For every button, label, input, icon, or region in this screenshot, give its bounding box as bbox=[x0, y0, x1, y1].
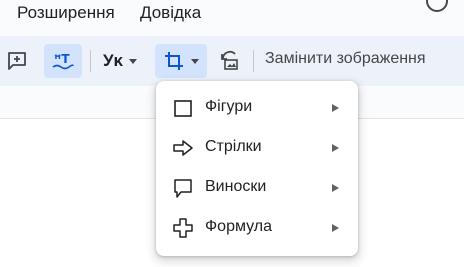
crop-button[interactable] bbox=[155, 44, 207, 78]
submenu-arrow-icon bbox=[332, 104, 339, 112]
reset-image-icon bbox=[221, 50, 238, 70]
add-comment-button[interactable] bbox=[2, 44, 32, 78]
submenu-arrow-icon bbox=[332, 144, 339, 152]
submenu-arrow-icon bbox=[332, 184, 339, 192]
plus-icon bbox=[173, 218, 193, 238]
menu-item-label: Виноски bbox=[205, 178, 267, 195]
menu-item-shapes[interactable]: Фігури bbox=[156, 88, 358, 128]
add-comment-icon bbox=[8, 52, 26, 70]
text-style-label: Уᴋ bbox=[102, 51, 124, 70]
square-icon bbox=[174, 100, 192, 117]
menu-bar: Розширення Довідка bbox=[0, 0, 464, 36]
insert-text-effect-icon: ꟸT bbox=[52, 52, 74, 70]
crop-icon bbox=[165, 52, 183, 70]
chevron-down-icon bbox=[129, 58, 138, 64]
menu-item-label: Формула bbox=[205, 218, 273, 235]
reset-image-button[interactable] bbox=[215, 44, 245, 78]
account-icon[interactable] bbox=[426, 0, 448, 12]
chevron-down-icon bbox=[191, 58, 199, 64]
menu-item-label: Фігури bbox=[205, 98, 253, 115]
replace-image-button[interactable]: Замінити зображення bbox=[265, 50, 426, 68]
menu-item-arrows[interactable]: Стрілки bbox=[156, 128, 358, 168]
menu-help[interactable]: Довідка bbox=[140, 3, 201, 23]
toolbar-divider bbox=[90, 50, 91, 72]
menu-extensions[interactable]: Розширення bbox=[17, 3, 115, 23]
svg-text:ꟸT: ꟸT bbox=[54, 52, 70, 66]
text-style-dropdown[interactable]: Уᴋ bbox=[96, 44, 144, 78]
menu-item-equation[interactable]: Формула bbox=[156, 208, 358, 248]
arrow-icon bbox=[173, 140, 193, 156]
toolbar-divider bbox=[253, 50, 254, 72]
shapes-menu: Фігури Стрілки Виноски Формула bbox=[156, 81, 358, 256]
callout-icon bbox=[174, 179, 192, 198]
submenu-arrow-icon bbox=[332, 224, 339, 232]
text-effect-button[interactable]: ꟸT bbox=[44, 44, 82, 78]
menu-item-label: Стрілки bbox=[205, 138, 262, 155]
menu-item-callouts[interactable]: Виноски bbox=[156, 168, 358, 208]
